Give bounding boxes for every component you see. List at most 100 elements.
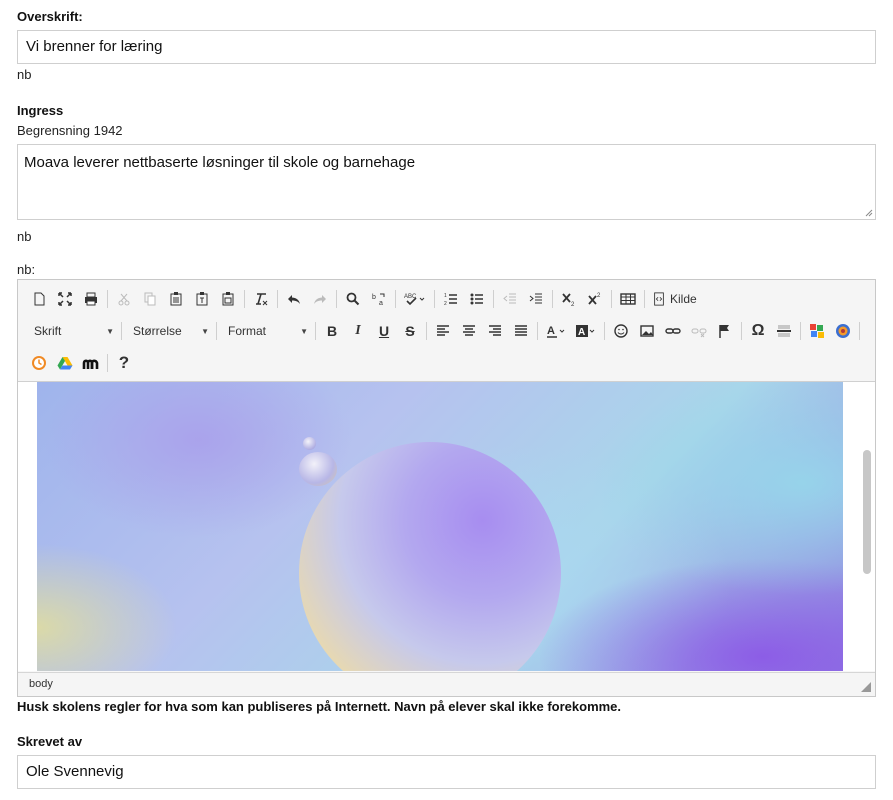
toolbar-separator <box>604 322 605 340</box>
toolbar-separator <box>859 322 860 340</box>
svg-text:2: 2 <box>571 302 575 307</box>
paste-text-icon[interactable] <box>189 287 215 311</box>
toolbar-separator <box>537 322 538 340</box>
format-combo-label: Format <box>228 324 267 338</box>
svg-text:2: 2 <box>444 301 447 307</box>
outdent-icon[interactable] <box>497 287 523 311</box>
resize-grip-icon[interactable] <box>861 682 871 692</box>
chevron-down-icon: ▼ <box>300 326 308 336</box>
headline-input[interactable]: Vi brenner for læring <box>17 30 876 64</box>
editor-statusbar: body <box>18 672 875 696</box>
maximize-icon[interactable] <box>52 287 78 311</box>
cut-icon[interactable] <box>111 287 137 311</box>
toolbar-separator <box>107 354 108 372</box>
redo-icon[interactable] <box>307 287 333 311</box>
author-input[interactable]: Ole Svennevig <box>17 755 876 789</box>
source-icon <box>654 292 664 306</box>
lead-text: Moava leverer nettbaserte løsninger til … <box>24 154 416 171</box>
horizontal-rule-icon[interactable] <box>771 319 797 343</box>
toolbar-separator <box>644 290 645 308</box>
rich-text-editor: ba ABC 12 2 2 Kilde Skrift▼ Størrelse▼ <box>17 279 876 697</box>
lead-limit: Begrensning 1942 <box>17 123 123 138</box>
copy-icon[interactable] <box>137 287 163 311</box>
google-drive-icon[interactable] <box>52 351 78 375</box>
toolbar-separator <box>426 322 427 340</box>
clock-plugin-icon[interactable] <box>26 351 52 375</box>
align-right-icon[interactable] <box>482 319 508 343</box>
numbered-list-icon[interactable]: 12 <box>438 287 464 311</box>
headline-lang: nb <box>17 67 32 82</box>
source-button[interactable]: Kilde <box>648 287 701 311</box>
remove-format-icon[interactable] <box>248 287 274 311</box>
table-icon[interactable] <box>615 287 641 311</box>
chevron-down-icon: ▼ <box>201 326 209 336</box>
anchor-flag-icon[interactable] <box>712 319 738 343</box>
paste-icon[interactable] <box>163 287 189 311</box>
background-color-icon[interactable]: A <box>571 319 601 343</box>
unlink-icon[interactable] <box>686 319 712 343</box>
text-color-icon[interactable]: A <box>541 319 571 343</box>
hero-image <box>37 382 843 671</box>
toolbar-separator <box>277 290 278 308</box>
indent-icon[interactable] <box>523 287 549 311</box>
align-center-icon[interactable] <box>456 319 482 343</box>
link-icon[interactable] <box>660 319 686 343</box>
font-combo-label: Skrift <box>34 324 62 338</box>
spellcheck-icon[interactable]: ABC <box>399 287 431 311</box>
subscript-icon[interactable]: 2 <box>556 287 582 311</box>
toolbar-separator <box>107 290 108 308</box>
replace-icon[interactable]: ba <box>366 287 392 311</box>
plugin-blocks-icon[interactable] <box>804 319 830 343</box>
editor-scrollbar[interactable] <box>859 382 875 671</box>
lead-lang: nb <box>17 229 32 244</box>
smiley-icon[interactable] <box>608 319 634 343</box>
size-combo[interactable]: Størrelse ▼ <box>125 319 213 343</box>
undo-icon[interactable] <box>281 287 307 311</box>
font-combo[interactable]: Skrift ▼ <box>26 319 118 343</box>
find-icon[interactable] <box>340 287 366 311</box>
chevron-down-icon: ▼ <box>106 326 114 336</box>
toolbar-separator <box>493 290 494 308</box>
size-combo-label: Størrelse <box>133 324 182 338</box>
toolbar-separator <box>434 290 435 308</box>
special-char-icon[interactable]: Ω <box>745 319 771 343</box>
bold-icon[interactable]: B <box>319 319 345 343</box>
svg-text:1: 1 <box>444 293 447 299</box>
publishing-notice: Husk skolens regler for hva som kan publ… <box>17 699 622 714</box>
large-sphere-decoration <box>299 442 561 671</box>
headline-label: Overskrift: <box>17 9 83 24</box>
align-left-icon[interactable] <box>430 319 456 343</box>
strikethrough-icon[interactable]: S <box>397 319 423 343</box>
image-icon[interactable] <box>634 319 660 343</box>
italic-icon[interactable]: I <box>345 319 371 343</box>
format-combo[interactable]: Format ▼ <box>220 319 312 343</box>
svg-text:A: A <box>547 325 555 337</box>
svg-text:a: a <box>379 300 383 307</box>
new-page-icon[interactable] <box>26 287 52 311</box>
scrollbar-thumb[interactable] <box>863 450 871 574</box>
plugin-globe-icon[interactable] <box>830 319 856 343</box>
toolbar-separator <box>395 290 396 308</box>
underline-icon[interactable]: U <box>371 319 397 343</box>
svg-text:b: b <box>372 294 376 301</box>
svg-text:2: 2 <box>597 293 601 299</box>
author-label: Skrevet av <box>17 734 83 749</box>
toolbar-separator <box>552 290 553 308</box>
lead-label: Ingress <box>17 103 64 118</box>
superscript-icon[interactable]: 2 <box>582 287 608 311</box>
toolbar-separator <box>315 322 316 340</box>
paste-word-icon[interactable] <box>215 287 241 311</box>
element-path[interactable]: body <box>29 678 53 690</box>
source-label: Kilde <box>670 292 697 306</box>
resize-grip-icon[interactable] <box>865 209 873 217</box>
help-icon[interactable]: ? <box>111 351 137 375</box>
bulleted-list-icon[interactable] <box>464 287 490 311</box>
justify-icon[interactable] <box>508 319 534 343</box>
print-icon[interactable] <box>78 287 104 311</box>
moava-logo-icon[interactable] <box>78 351 104 375</box>
lead-textarea[interactable]: Moava leverer nettbaserte løsninger til … <box>17 144 876 220</box>
toolbar-separator <box>244 290 245 308</box>
toolbar-separator <box>121 322 122 340</box>
toolbar-separator <box>741 322 742 340</box>
editor-content-area[interactable] <box>18 382 875 671</box>
